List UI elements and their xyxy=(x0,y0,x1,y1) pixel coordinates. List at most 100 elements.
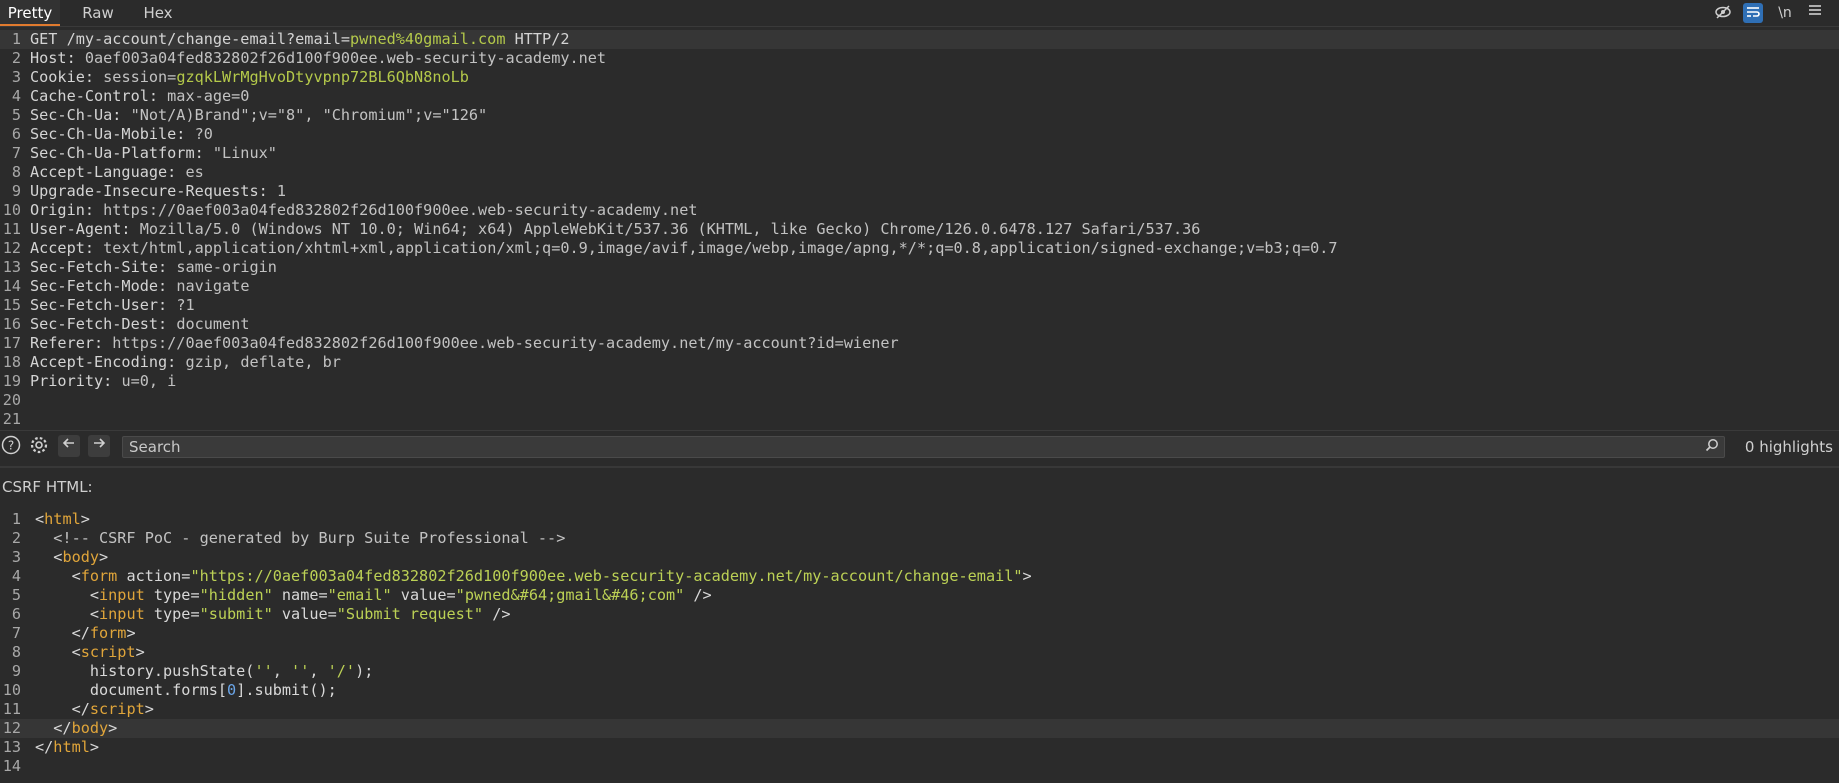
search-bar: ? 0 highlights xyxy=(0,430,1839,463)
line-number: 11 xyxy=(2,700,21,718)
line-number: 6 xyxy=(11,125,21,143)
code-token: > xyxy=(99,548,109,566)
newline-toggle[interactable]: \n xyxy=(1775,3,1795,23)
code-token: same-origin xyxy=(176,258,277,276)
line-number: 9 xyxy=(11,182,21,200)
wrap-icon[interactable] xyxy=(1743,3,1763,23)
code-line: 16 Sec-Fetch-Dest: document xyxy=(0,315,1839,334)
code-token: , xyxy=(272,662,292,680)
code-token: session= xyxy=(103,68,177,86)
code-token: </ xyxy=(35,738,54,756)
line-number: 7 xyxy=(11,624,21,642)
code-token: GET /my-account/change-email?email= xyxy=(30,30,351,48)
search-icon[interactable] xyxy=(1703,438,1721,456)
code-line: 12 Accept: text/html,application/xhtml+xm… xyxy=(0,239,1839,258)
line-number: 15 xyxy=(2,296,21,314)
code-line: 13 </html> xyxy=(0,738,1839,757)
tab-raw[interactable]: Raw xyxy=(76,0,120,26)
line-number: 10 xyxy=(2,201,21,219)
csrf-html-editor[interactable]: 1 <html> 2 <!-- CSRF PoC - generated by Bu… xyxy=(0,510,1839,783)
code-token: body xyxy=(71,719,109,737)
tab-pretty[interactable]: Pretty xyxy=(0,0,60,26)
next-match-button[interactable] xyxy=(88,435,110,457)
code-line: 9 history.pushState('', '', '/'); xyxy=(0,662,1839,681)
code-text: Sec-Fetch-Dest: document xyxy=(30,315,249,334)
code-token: gzip, deflate, br xyxy=(185,353,341,371)
code-token: Sec-Fetch-Mode: xyxy=(30,277,177,295)
line-number: 5 xyxy=(11,586,21,604)
code-token: es xyxy=(185,163,204,181)
code-token: > xyxy=(108,719,118,737)
code-token: 1 xyxy=(276,182,287,200)
code-token: Sec-Ch-Ua-Platform: xyxy=(30,144,213,162)
line-number: 20 xyxy=(2,391,21,409)
menu-icon[interactable] xyxy=(1805,3,1825,23)
code-line: 17 Referer: https://0aef003a04fed832802f2… xyxy=(0,334,1839,353)
code-token: max-age=0 xyxy=(167,87,250,105)
code-line: 12 </body> xyxy=(0,719,1839,738)
code-token: </ xyxy=(35,624,90,642)
code-line: 11 </script> xyxy=(0,700,1839,719)
code-text: <!-- CSRF PoC - generated by Burp Suite … xyxy=(35,529,565,548)
code-token: form xyxy=(89,624,127,642)
code-token: Sec-Fetch-User: xyxy=(30,296,177,314)
code-text: <body> xyxy=(35,548,108,567)
code-token: < xyxy=(35,567,81,585)
code-token: Referer: xyxy=(30,334,113,352)
code-token: Sec-Ch-Ua: xyxy=(30,106,131,124)
code-token: input xyxy=(99,605,145,623)
settings-gear-icon[interactable] xyxy=(28,435,50,457)
code-token: document.forms[ xyxy=(35,681,228,699)
line-number: 8 xyxy=(11,643,21,661)
code-token: , xyxy=(309,662,328,680)
code-token: input xyxy=(99,586,145,604)
code-text: Referer: https://0aef003a04fed832802f26d… xyxy=(30,334,899,353)
csrf-html-label: CSRF HTML: xyxy=(2,478,93,496)
line-number: 4 xyxy=(11,567,21,585)
code-text: history.pushState('', '', '/'); xyxy=(35,662,374,681)
line-number: 14 xyxy=(2,277,21,295)
code-token: gzqkLWrMgHvoDtyvpnp72BL6QbN8noLb xyxy=(176,68,469,86)
help-icon[interactable]: ? xyxy=(0,435,22,457)
code-token: < xyxy=(35,548,63,566)
editor-tab-bar: Pretty Raw Hex \n xyxy=(0,0,1839,27)
code-text: <html> xyxy=(35,510,90,529)
code-token: </ xyxy=(35,700,90,718)
code-line: 7 </form> xyxy=(0,624,1839,643)
code-token: ?0 xyxy=(194,125,213,143)
code-line: 20 xyxy=(0,391,1839,410)
code-text: Sec-Fetch-Mode: navigate xyxy=(30,277,249,296)
code-token: > xyxy=(144,700,154,718)
code-line: 10 Origin: https://0aef003a04fed832802f26… xyxy=(0,201,1839,220)
code-line: 15 Sec-Fetch-User: ?1 xyxy=(0,296,1839,315)
line-number: 12 xyxy=(2,719,21,737)
code-token: Sec-Fetch-Site: xyxy=(30,258,177,276)
code-token: "hidden" xyxy=(199,586,273,604)
code-text: Origin: https://0aef003a04fed832802f26d1… xyxy=(30,201,698,220)
code-token: value= xyxy=(272,605,337,623)
code-token: Accept-Language: xyxy=(30,163,186,181)
code-token: "email" xyxy=(327,586,392,604)
code-token: "Not/A)Brand";v="8", "Chromium";v="126" xyxy=(130,106,488,124)
line-number: 19 xyxy=(2,372,21,390)
code-text: Sec-Ch-Ua-Mobile: ?0 xyxy=(30,125,213,144)
request-editor[interactable]: 1 GET /my-account/change-email?email=pwne… xyxy=(0,30,1839,430)
code-line: 8 Accept-Language: es xyxy=(0,163,1839,182)
code-token: u=0, i xyxy=(121,372,177,390)
tab-hex[interactable]: Hex xyxy=(136,0,180,26)
code-line: 1 <html> xyxy=(0,510,1839,529)
code-token: body xyxy=(62,548,100,566)
search-input[interactable] xyxy=(122,436,1725,458)
code-token: text/html,application/xhtml+xml,applicat… xyxy=(103,239,1338,257)
code-token: pwned%40gmail.com xyxy=(350,30,506,48)
code-token: '/' xyxy=(327,662,356,680)
code-token: Cache-Control: xyxy=(30,87,168,105)
code-token: type= xyxy=(144,605,200,623)
code-text: <script> xyxy=(35,643,145,662)
code-token: > xyxy=(135,643,145,661)
eye-off-icon[interactable] xyxy=(1713,3,1733,23)
previous-match-button[interactable] xyxy=(58,435,80,457)
code-token: User-Agent: xyxy=(30,220,140,238)
code-token: '' xyxy=(254,662,273,680)
code-line: 5 Sec-Ch-Ua: "Not/A)Brand";v="8", "Chromi… xyxy=(0,106,1839,125)
